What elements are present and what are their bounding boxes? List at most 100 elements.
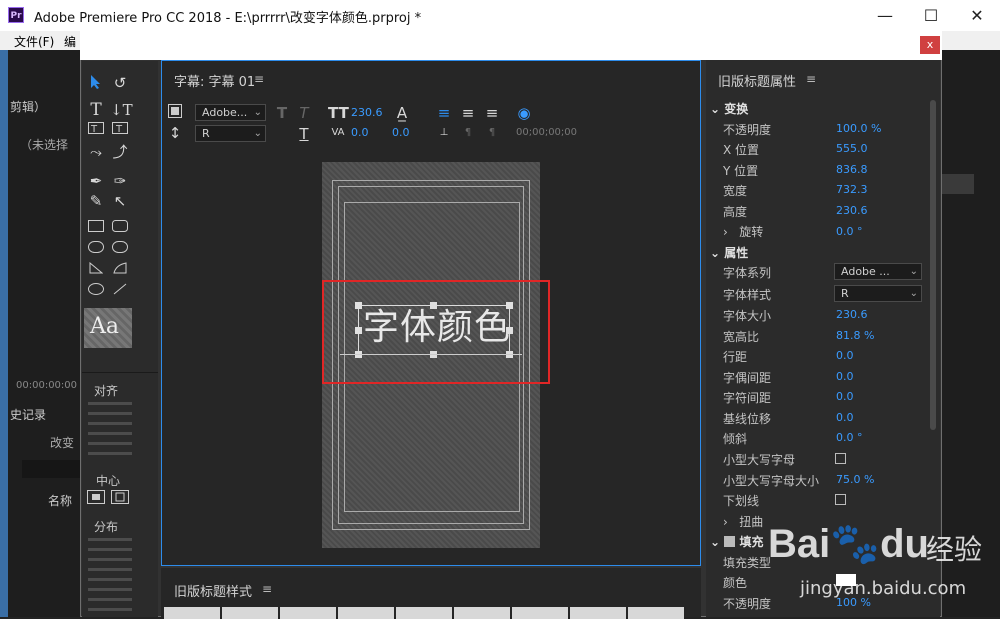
- transform-section[interactable]: ⌄ 变换: [710, 100, 748, 117]
- vertical-type-tool-icon[interactable]: ↓T: [110, 101, 133, 119]
- opacity-value[interactable]: 100.0 %: [836, 122, 881, 135]
- style-swatch[interactable]: [628, 607, 684, 619]
- background-timecode[interactable]: 00;00;00;00: [516, 127, 577, 138]
- style-swatch[interactable]: [570, 607, 626, 619]
- type-tool-icon[interactable]: T: [86, 101, 106, 119]
- rectangle-tool-icon[interactable]: [86, 220, 106, 238]
- path-type-tool-icon[interactable]: ⤳: [86, 143, 106, 161]
- style-swatch[interactable]: [222, 607, 278, 619]
- italic-icon[interactable]: T: [294, 104, 314, 122]
- clipped-rectangle-tool-icon[interactable]: [86, 241, 106, 259]
- font-size-icon: TT: [328, 104, 349, 122]
- show-background-video-icon[interactable]: ◉: [514, 104, 534, 122]
- delete-anchor-tool-icon[interactable]: ✑: [110, 172, 130, 190]
- height-value[interactable]: 230.6: [836, 204, 868, 217]
- wedge-tool-icon[interactable]: [86, 262, 106, 280]
- bold-icon[interactable]: T: [272, 104, 292, 122]
- tracking-value[interactable]: 0.0: [836, 390, 854, 403]
- area-type-tool-icon[interactable]: T: [86, 122, 106, 140]
- aspect-label: 宽高比: [723, 330, 760, 344]
- font-size-value[interactable]: 230.6: [351, 106, 383, 119]
- properties-scrollbar[interactable]: [930, 100, 936, 430]
- rotation-row[interactable]: › 旋转: [723, 223, 763, 240]
- minimize-button[interactable]: —: [862, 0, 908, 31]
- rotation-value[interactable]: 0.0 °: [836, 225, 863, 238]
- align-center-icon[interactable]: ≡: [458, 104, 478, 122]
- center-vertical-icon[interactable]: [110, 490, 130, 508]
- font-family-dropdown[interactable]: Adobe... ⌄: [195, 104, 266, 121]
- attributes-section[interactable]: ⌄ 属性: [710, 244, 748, 261]
- properties-kerning-value[interactable]: 0.0: [836, 370, 854, 383]
- tab-stops-icon[interactable]: ⊥: [434, 124, 454, 142]
- align-left-icon[interactable]: ≡: [434, 104, 454, 122]
- style-swatch[interactable]: [338, 607, 394, 619]
- style-swatch[interactable]: [454, 607, 510, 619]
- properties-panel-title: 旧版标题属性: [718, 75, 797, 90]
- name-column-header[interactable]: 名称: [48, 492, 72, 509]
- rounded-corner-rectangle-tool-icon[interactable]: [110, 241, 130, 259]
- style-swatch[interactable]: [164, 607, 220, 619]
- font-style-dropdown[interactable]: R ⌄: [195, 125, 266, 142]
- slant-value[interactable]: 0.0 °: [836, 431, 863, 444]
- underline-label: 下划线: [723, 494, 760, 508]
- arc-tool-icon[interactable]: [110, 262, 130, 280]
- style-sample-text: Aa: [90, 314, 120, 339]
- add-anchor-tool-icon[interactable]: ✎: [86, 192, 106, 210]
- center-horizontal-icon[interactable]: [86, 490, 106, 508]
- small-caps-label: 小型大写字母: [723, 453, 796, 467]
- style-swatch[interactable]: [280, 607, 336, 619]
- menu-file[interactable]: 文件(F): [14, 33, 54, 50]
- rounded-rectangle-tool-icon[interactable]: [110, 220, 130, 238]
- styles-panel-menu-icon[interactable]: ≡: [262, 582, 272, 596]
- title-from-video-icon[interactable]: [165, 104, 185, 122]
- properties-font-family-dropdown[interactable]: Adobe ... ⌄: [834, 263, 922, 280]
- vertical-path-type-tool-icon[interactable]: ⤴: [110, 143, 130, 161]
- small-caps-size-label: 小型大写字母大小: [723, 474, 820, 488]
- aspect-value[interactable]: 81.8 %: [836, 329, 874, 342]
- line-tool-icon[interactable]: [110, 283, 130, 301]
- rotation-label: 旋转: [739, 225, 764, 239]
- style-swatch[interactable]: [512, 607, 568, 619]
- width-value[interactable]: 732.3: [836, 183, 868, 196]
- underline-checkbox[interactable]: [835, 494, 846, 505]
- kerning-value[interactable]: 0.0: [351, 126, 369, 139]
- history-search[interactable]: [22, 460, 80, 478]
- small-caps-size-value[interactable]: 75.0 %: [836, 473, 874, 486]
- height-label: 高度: [723, 205, 748, 219]
- history-item[interactable]: 改变: [50, 434, 74, 451]
- underline-icon[interactable]: T: [294, 125, 314, 143]
- center-label: 中心: [96, 474, 121, 488]
- style-swatch[interactable]: [396, 607, 452, 619]
- kerning-icon: VA: [331, 127, 345, 138]
- properties-leading-value[interactable]: 0.0: [836, 349, 854, 362]
- tab-right-icon[interactable]: ¶: [482, 124, 502, 142]
- style-sample-swatch[interactable]: Aa: [84, 308, 132, 348]
- small-caps-checkbox[interactable]: [835, 453, 846, 464]
- convert-anchor-tool-icon[interactable]: ↖: [110, 192, 130, 210]
- fill-checkbox[interactable]: [724, 536, 736, 547]
- chevron-down-icon: ⌄: [253, 107, 262, 118]
- tab-left-icon[interactable]: ¶: [458, 124, 478, 142]
- rotation-tool-icon[interactable]: ↺: [110, 74, 130, 92]
- close-window-button[interactable]: ✕: [954, 0, 1000, 31]
- properties-panel-menu-icon[interactable]: ≡: [806, 72, 816, 86]
- maximize-button[interactable]: ☐: [908, 0, 954, 31]
- leading-value[interactable]: 0.0: [392, 126, 410, 139]
- ellipse-tool-icon[interactable]: [86, 283, 106, 301]
- baseline-shift-value[interactable]: 0.0: [836, 411, 854, 424]
- y-position-value[interactable]: 836.8: [836, 163, 868, 176]
- distribute-buttons-group[interactable]: [88, 538, 132, 616]
- properties-font-style-dropdown[interactable]: R ⌄: [834, 285, 922, 302]
- roll-crawl-options-icon[interactable]: ↕: [165, 124, 185, 142]
- dialog-close-button[interactable]: x: [920, 36, 940, 54]
- menu-edit[interactable]: 编: [64, 33, 76, 50]
- x-position-value[interactable]: 555.0: [836, 142, 868, 155]
- canvas-panel-menu-icon[interactable]: ≡: [254, 72, 264, 86]
- selection-tool-icon[interactable]: [86, 74, 106, 92]
- properties-font-size-value[interactable]: 230.6: [836, 308, 868, 321]
- align-buttons-group[interactable]: [88, 402, 132, 460]
- pen-tool-icon[interactable]: ✒: [86, 172, 106, 190]
- tools-divider: [82, 372, 158, 373]
- vertical-area-type-tool-icon[interactable]: T: [110, 122, 130, 140]
- align-right-icon[interactable]: ≡: [482, 104, 502, 122]
